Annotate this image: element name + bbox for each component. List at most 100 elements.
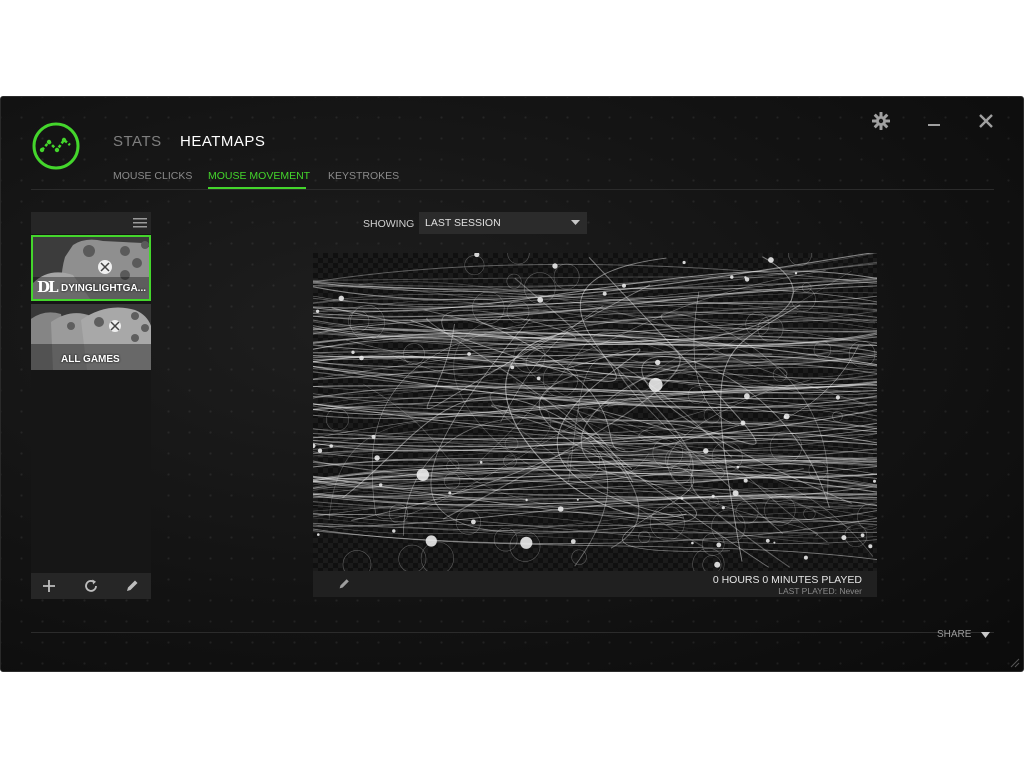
dwell-point: [841, 535, 847, 541]
mouse-movement-heatmap: [313, 253, 877, 571]
hover-ring: [504, 437, 519, 451]
dwell-point: [317, 533, 320, 536]
game-card-dying-light[interactable]: DL DYINGLIGHTGA...: [31, 235, 151, 301]
refresh-icon[interactable]: [83, 578, 99, 594]
game-list-sidebar: DL DYINGLIGHTGA... ALL GAMES: [31, 212, 151, 599]
dwell-point: [570, 539, 576, 544]
dwell-point: [721, 506, 725, 510]
dwell-point: [803, 555, 808, 560]
chevron-down-icon: [571, 220, 580, 225]
dwell-point: [691, 541, 694, 545]
dwell-point: [680, 497, 684, 500]
dwell-point: [359, 355, 364, 361]
hover-ring: [507, 253, 530, 265]
hover-ring: [493, 527, 518, 552]
gear-icon[interactable]: [869, 109, 893, 133]
dwell-point: [479, 460, 483, 464]
tab-heatmaps[interactable]: HEATMAPS: [180, 133, 265, 150]
dwell-point: [622, 283, 626, 288]
dwell-point: [744, 393, 750, 400]
hover-ring: [788, 253, 812, 266]
dwell-point: [682, 260, 686, 265]
header-divider: [31, 189, 994, 190]
dwell-point: [552, 263, 558, 269]
dwell-point: [868, 544, 873, 549]
dwell-point: [317, 448, 323, 453]
hover-ring: [446, 459, 460, 473]
dwell-point: [329, 444, 333, 448]
resize-grip-icon[interactable]: [1010, 658, 1020, 668]
dwell-point: [835, 395, 841, 400]
tab-mouse-movement[interactable]: MOUSE MOVEMENT: [208, 170, 310, 182]
dropdown-selected-value: LAST SESSION: [425, 217, 501, 229]
game-card-all-games[interactable]: ALL GAMES: [31, 304, 151, 370]
game-logo: DL: [37, 278, 59, 296]
game-card-label: ALL GAMES: [61, 354, 120, 365]
hover-ring: [735, 500, 759, 524]
active-tab-underline: [208, 187, 306, 189]
dwell-point: [703, 448, 709, 454]
dwell-point: [736, 465, 740, 469]
tab-stats[interactable]: STATS: [113, 133, 162, 150]
hamburger-icon[interactable]: [132, 215, 148, 231]
dwell-point: [467, 352, 471, 356]
dwell-point: [655, 359, 661, 366]
plus-icon[interactable]: [41, 578, 57, 594]
dwell-point: [794, 272, 798, 275]
game-card-label: DYINGLIGHTGA...: [61, 283, 146, 294]
dwell-point: [315, 309, 320, 313]
dwell-point: [416, 468, 429, 481]
dwell-point: [536, 376, 541, 381]
hover-ring: [464, 255, 485, 276]
minimize-icon[interactable]: [922, 109, 946, 133]
dwell-point: [743, 478, 748, 483]
dwell-point: [711, 494, 715, 498]
pencil-icon[interactable]: [124, 578, 140, 594]
time-played: 0 HOURS 0 MINUTES PLAYED: [712, 574, 862, 586]
tab-mouse-clicks[interactable]: MOUSE CLICKS: [113, 170, 192, 182]
hover-ring: [398, 544, 427, 571]
dwell-point: [716, 542, 722, 548]
dwell-point: [783, 415, 787, 419]
hover-ring: [638, 530, 651, 544]
hover-ring: [571, 549, 587, 565]
chevron-down-icon[interactable]: [981, 631, 990, 639]
dwell-point: [425, 535, 437, 547]
share-button[interactable]: SHARE: [937, 629, 971, 640]
heatmap-trails: [313, 253, 877, 571]
dwell-point: [744, 276, 747, 279]
pencil-icon[interactable]: [337, 577, 351, 591]
dwell-point: [873, 479, 876, 483]
dwell-point: [379, 483, 383, 487]
hover-ring: [403, 343, 425, 365]
dwell-point: [510, 365, 515, 370]
dwell-point: [773, 541, 776, 544]
dwell-point: [648, 377, 663, 392]
mouse-trail: [489, 390, 851, 548]
heatmap-footer: 0 HOURS 0 MINUTES PLAYED LAST PLAYED: Ne…: [313, 571, 877, 597]
dwell-point: [768, 257, 774, 263]
showing-label: SHOWING: [363, 218, 415, 230]
close-icon[interactable]: [974, 109, 998, 133]
hover-ring: [326, 408, 349, 432]
footer-divider: [31, 632, 994, 633]
dwell-point: [351, 350, 355, 354]
hover-ring: [342, 550, 372, 571]
tab-keystrokes[interactable]: KEYSTROKES: [328, 170, 399, 182]
dwell-point: [537, 297, 544, 303]
dwell-point: [576, 498, 579, 501]
session-dropdown[interactable]: LAST SESSION: [419, 212, 587, 234]
sidebar-footer: [31, 573, 151, 599]
dwell-point: [557, 506, 564, 512]
hover-ring: [444, 473, 461, 490]
dwell-point: [448, 491, 452, 495]
dwell-point: [732, 490, 739, 497]
hover-ring: [803, 507, 816, 520]
synapse-stats-window: STATS HEATMAPS MOUSE CLICKS MOUSE MOVEME…: [0, 96, 1024, 672]
sidebar-header: [31, 212, 151, 234]
dwell-point: [338, 295, 344, 301]
dwell-point: [730, 275, 734, 279]
dwell-point: [860, 533, 865, 538]
dwell-point: [765, 538, 770, 543]
dwell-point: [740, 420, 746, 426]
